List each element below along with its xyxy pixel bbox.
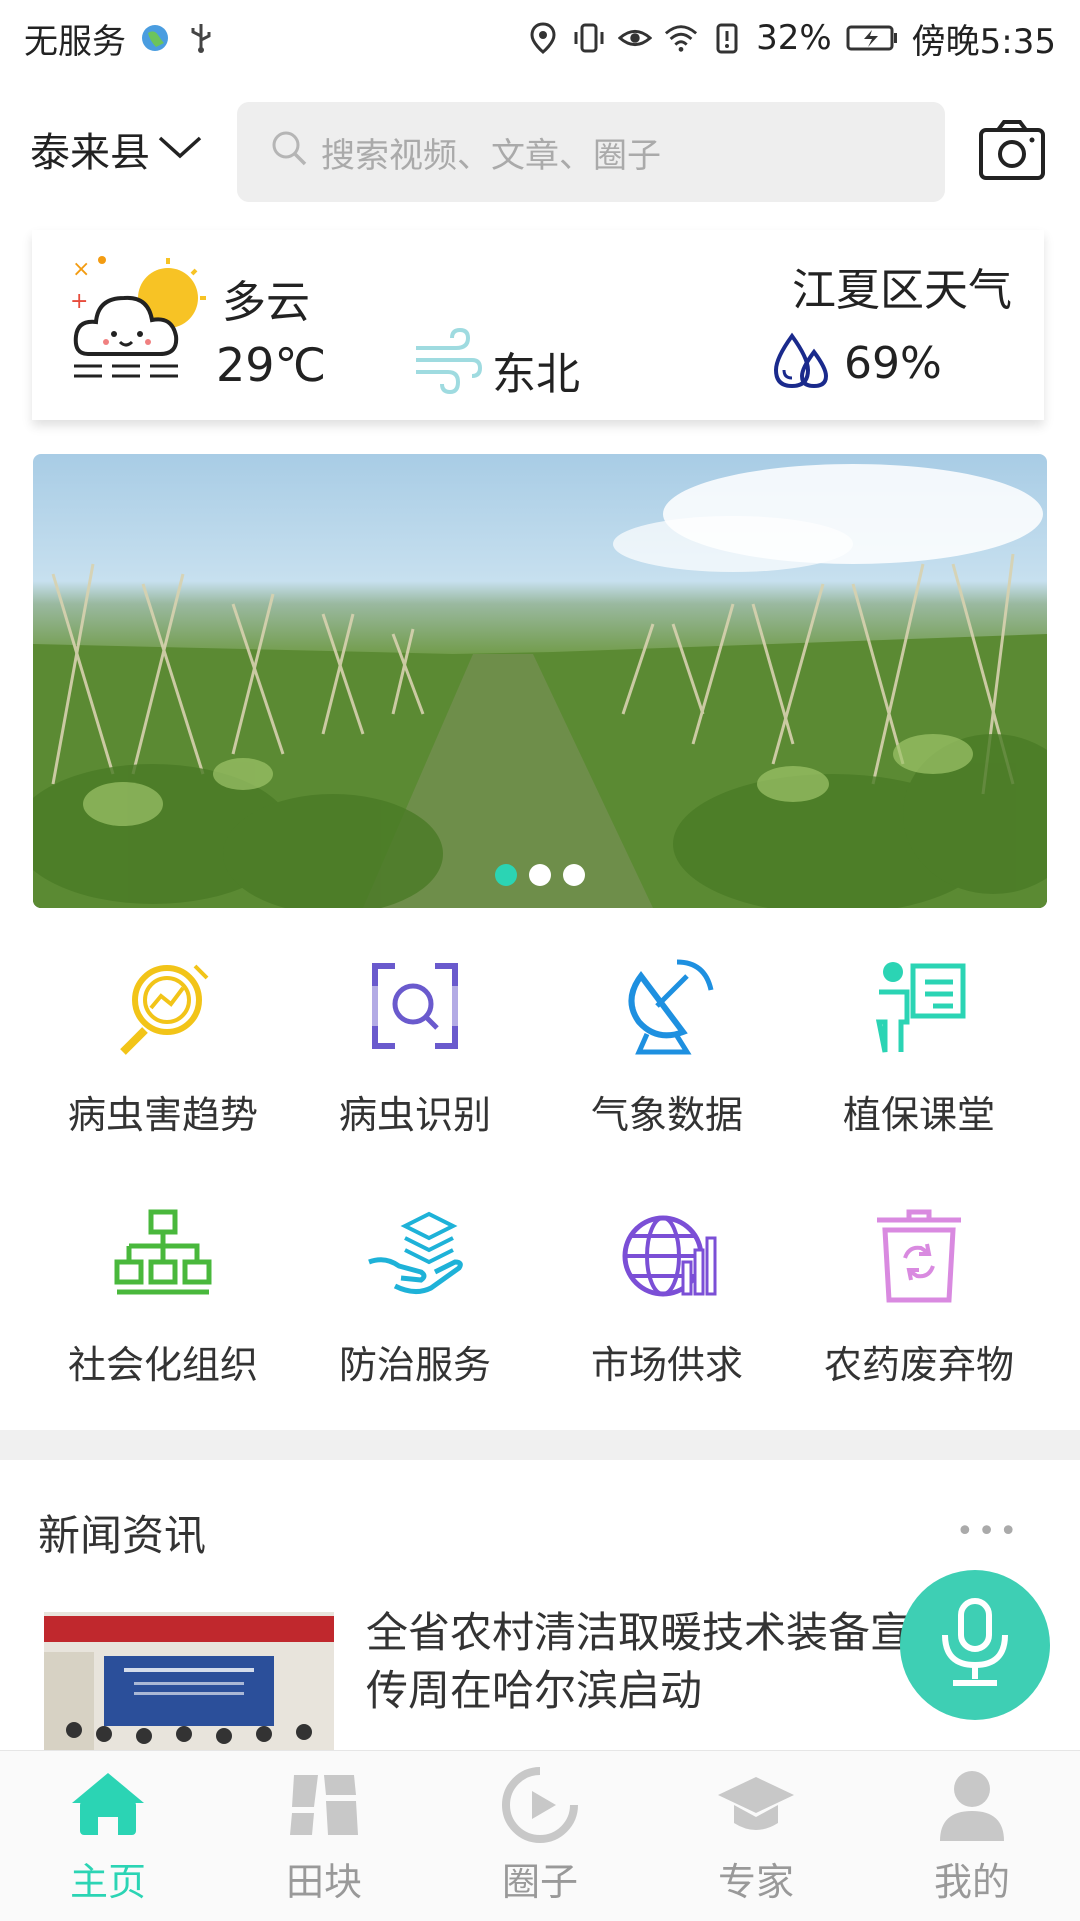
wind-icon xyxy=(412,326,484,396)
hand-service-icon xyxy=(365,1206,465,1306)
chevron-down-icon xyxy=(156,126,204,172)
service-pest-trend[interactable]: 病虫害趋势 xyxy=(38,956,288,1176)
recycle-bin-icon xyxy=(869,1206,969,1306)
battery-alert-icon xyxy=(710,21,744,55)
cloudy-sun-icon: × + xyxy=(68,250,218,390)
service-label: 病虫害趋势 xyxy=(67,1093,258,1137)
carousel-indicators xyxy=(0,864,1080,886)
status-bar: 无服务 32% 傍晚5:35 xyxy=(0,0,1080,76)
tab-label: 圈子 xyxy=(501,1860,578,1904)
tab-label: 田块 xyxy=(285,1860,362,1904)
globe-icon xyxy=(138,21,172,55)
wifi-icon xyxy=(664,21,698,55)
news-section-title: 新闻资讯 xyxy=(38,1511,207,1560)
eye-icon xyxy=(618,21,653,55)
clock: 傍晚5:35 xyxy=(911,21,1056,62)
carrier-text: 无服务 xyxy=(24,21,126,62)
header: 泰来县 搜索视频、文章、圈子 xyxy=(0,96,1080,208)
more-icon[interactable]: ••• xyxy=(956,1514,1021,1549)
location-selector[interactable]: 泰来县 xyxy=(30,120,204,178)
location-icon xyxy=(526,21,560,55)
tab-label: 专家 xyxy=(717,1860,794,1904)
home-icon xyxy=(68,1765,148,1845)
service-pesticide-waste[interactable]: 农药废弃物 xyxy=(794,1206,1044,1426)
field-icon xyxy=(284,1765,364,1845)
news-thumbnail[interactable] xyxy=(44,1612,334,1750)
service-label: 植保课堂 xyxy=(842,1093,995,1137)
circle-play-icon xyxy=(500,1765,580,1845)
location-label: 泰来县 xyxy=(30,130,150,176)
classroom-icon xyxy=(869,956,969,1056)
usb-icon xyxy=(184,21,218,55)
vibrate-icon xyxy=(572,21,606,55)
service-social-org[interactable]: 社会化组织 xyxy=(38,1206,288,1426)
weather-title: 江夏区天气 xyxy=(792,265,1012,316)
service-label: 农药废弃物 xyxy=(823,1343,1014,1387)
service-label: 社会化组织 xyxy=(67,1343,258,1387)
carousel-dot[interactable] xyxy=(495,864,517,886)
service-label: 气象数据 xyxy=(590,1093,743,1137)
scan-identify-icon xyxy=(365,956,465,1056)
tab-field[interactable]: 田块 xyxy=(216,1751,432,1921)
carousel-dot[interactable] xyxy=(529,864,551,886)
microphone-icon xyxy=(935,1595,1015,1695)
satellite-dish-icon xyxy=(617,956,717,1056)
service-label: 病虫识别 xyxy=(338,1093,491,1137)
tab-circle[interactable]: 圈子 xyxy=(432,1751,648,1921)
camera-icon[interactable] xyxy=(978,118,1046,182)
battery-percent: 32% xyxy=(756,18,832,58)
news-headline[interactable]: 全省农村清洁取暖技术装备宣传周在哈尔滨启动 xyxy=(366,1604,926,1720)
tab-home[interactable]: 主页 xyxy=(0,1751,216,1921)
service-label: 市场供求 xyxy=(590,1343,743,1387)
service-prevention[interactable]: 防治服务 xyxy=(290,1206,540,1426)
weather-card[interactable]: × + 多云 29℃ 东北 江夏区天气 69% xyxy=(32,230,1044,420)
voice-button[interactable] xyxy=(900,1570,1050,1720)
field-photo xyxy=(33,464,1047,908)
weather-temperature: 29℃ xyxy=(216,338,327,392)
weather-condition: 多云 xyxy=(222,277,310,328)
user-icon xyxy=(932,1765,1012,1845)
search-placeholder: 搜索视频、文章、圈子 xyxy=(321,135,661,176)
weather-humidity: 69% xyxy=(844,338,942,389)
svg-text:+: + xyxy=(70,289,88,314)
section-divider xyxy=(0,1430,1080,1460)
bottom-tab-bar: 主页 田块 圈子 专家 我的 xyxy=(0,1750,1080,1921)
service-plant-class[interactable]: 植保课堂 xyxy=(794,956,1044,1176)
graduation-cap-icon xyxy=(716,1765,796,1845)
service-pest-identify[interactable]: 病虫识别 xyxy=(290,956,540,1176)
svg-text:×: × xyxy=(72,257,90,282)
tab-mine[interactable]: 我的 xyxy=(864,1751,1080,1921)
service-market[interactable]: 市场供求 xyxy=(542,1206,792,1426)
battery-charging-icon xyxy=(844,21,900,55)
search-input[interactable]: 搜索视频、文章、圈子 xyxy=(237,102,945,202)
tab-label: 主页 xyxy=(69,1860,146,1904)
trend-magnifier-icon xyxy=(113,956,213,1056)
org-chart-icon xyxy=(113,1206,213,1306)
service-label: 防治服务 xyxy=(338,1343,491,1387)
carousel-dot[interactable] xyxy=(563,864,585,886)
banner-carousel[interactable] xyxy=(33,454,1047,908)
tab-expert[interactable]: 专家 xyxy=(648,1751,864,1921)
weather-wind: 东北 xyxy=(492,349,580,400)
search-icon xyxy=(269,128,309,177)
humidity-icon xyxy=(772,330,832,390)
service-weather-data[interactable]: 气象数据 xyxy=(542,956,792,1176)
globe-market-icon xyxy=(617,1206,717,1306)
tab-label: 我的 xyxy=(933,1860,1010,1904)
